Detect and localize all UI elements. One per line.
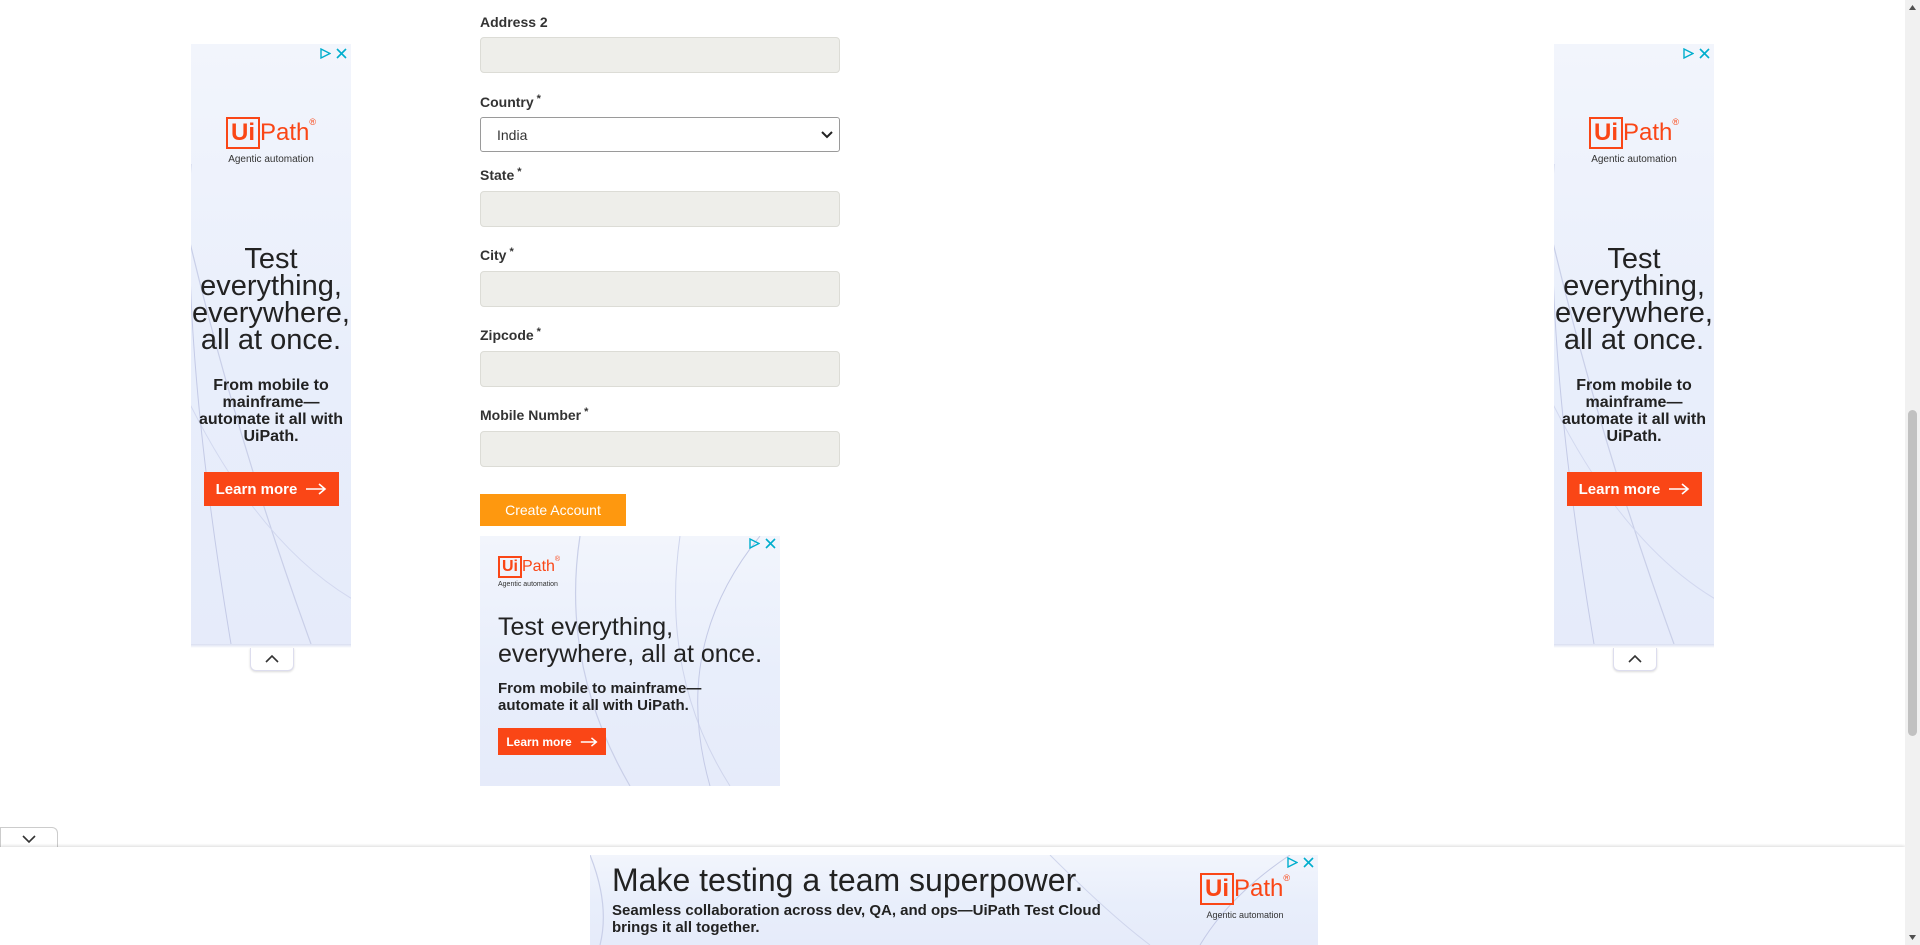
triangle-down-icon <box>1909 935 1916 940</box>
ad-subline: From mobile to mainframe— automate it al… <box>498 680 702 714</box>
logo-mark: ® <box>1672 117 1679 127</box>
ad-headline: Test everything, everywhere, all at once… <box>192 243 350 356</box>
ad-choices[interactable] <box>1683 48 1710 59</box>
logo-text: Path <box>1234 875 1284 902</box>
ad-choices-icon[interactable] <box>320 48 331 59</box>
ad-headline: Test everything, everywhere, all at once… <box>498 613 763 668</box>
ad-subline: From mobile to mainframe— automate it al… <box>198 377 343 445</box>
learn-more-label: Learn more <box>506 734 572 749</box>
ad-subline: From mobile to mainframe— automate it al… <box>1561 377 1706 445</box>
logo-mark: ® <box>309 117 316 127</box>
chevron-up-icon <box>1628 654 1642 663</box>
logo-mark: ® <box>554 556 561 563</box>
uipath-logo: Ui Path ® Agentic automation <box>1554 117 1714 165</box>
uipath-logo: Ui Path ® Agentic automation <box>1200 873 1290 920</box>
required-mark: * <box>517 166 522 178</box>
scroll-down-arrow[interactable] <box>1905 930 1920 945</box>
chevron-down-icon <box>22 835 36 844</box>
required-mark: * <box>584 406 589 418</box>
chevron-up-icon <box>265 654 279 663</box>
required-mark: * <box>536 326 541 338</box>
city-label: City * <box>480 246 514 263</box>
logo-tagline: Agentic automation <box>1206 910 1284 920</box>
logo-box: Ui <box>1588 117 1623 149</box>
ad-choices-icon[interactable] <box>749 538 760 549</box>
logo-text: Path <box>259 119 310 146</box>
uipath-logo: Ui Path ® Agentic automation <box>191 117 351 165</box>
learn-more-button[interactable]: Learn more <box>498 728 606 755</box>
state-label: State * <box>480 166 522 183</box>
logo-text: Path <box>522 558 555 575</box>
close-icon[interactable] <box>1303 857 1314 868</box>
ad-choices-icon[interactable] <box>1287 857 1298 868</box>
arrow-right-icon <box>306 483 327 495</box>
ad-choices[interactable] <box>749 538 776 549</box>
logo-tagline: Agentic automation <box>1591 154 1677 165</box>
close-icon[interactable] <box>1699 48 1710 59</box>
create-account-button[interactable]: Create Account <box>480 494 626 526</box>
ad-headline: Test everything, everywhere, all at once… <box>1555 243 1713 356</box>
learn-more-label: Learn more <box>215 480 298 498</box>
logo-tagline: Agentic automation <box>498 581 558 588</box>
close-icon[interactable] <box>765 538 776 549</box>
learn-more-button[interactable]: Learn more <box>1567 472 1702 506</box>
vertical-scrollbar[interactable] <box>1905 0 1920 945</box>
address2-input[interactable] <box>480 37 840 73</box>
triangle-up-icon <box>1909 5 1916 10</box>
zipcode-input[interactable] <box>480 351 840 387</box>
mobile-label: Mobile Number * <box>480 406 589 423</box>
ad-headline: Make testing a team superpower. <box>612 862 1084 898</box>
chevron-down-icon <box>821 131 833 139</box>
country-selected-value: India <box>497 127 528 143</box>
required-mark: * <box>536 93 541 105</box>
ad-choices[interactable] <box>1287 857 1314 868</box>
country-label: Country * <box>480 93 541 110</box>
address2-label: Address 2 <box>480 14 548 30</box>
bottom-banner-ad[interactable]: Make testing a team superpower. Seamless… <box>590 855 1318 945</box>
logo-tagline: Agentic automation <box>228 154 314 165</box>
ad-choices[interactable] <box>320 48 347 59</box>
ad-subline: Seamless collaboration across dev, QA, a… <box>612 902 1101 936</box>
inline-ad[interactable]: Ui Path ® Agentic automation Test everythi… <box>480 536 780 786</box>
close-icon[interactable] <box>336 48 347 59</box>
city-input[interactable] <box>480 271 840 307</box>
zipcode-label: Zipcode * <box>480 326 541 343</box>
left-side-ad[interactable]: Ui Path ® Agentic automation Test everythi… <box>191 44 351 644</box>
collapse-ad-button[interactable] <box>1613 648 1657 671</box>
country-select[interactable]: India <box>480 117 840 152</box>
logo-box: Ui <box>1200 873 1234 905</box>
state-input[interactable] <box>480 191 840 227</box>
learn-more-button[interactable]: Learn more <box>204 472 339 506</box>
logo-box: Ui <box>225 117 260 149</box>
logo-text: Path <box>1622 119 1673 146</box>
learn-more-label: Learn more <box>1578 480 1661 498</box>
uipath-logo: Ui Path ® Agentic automation <box>498 556 560 588</box>
ad-choices-icon[interactable] <box>1683 48 1694 59</box>
right-side-ad[interactable]: Ui Path ® Agentic automation Test everythi… <box>1554 44 1714 644</box>
scroll-thumb[interactable] <box>1908 410 1917 736</box>
arrow-right-icon <box>1669 483 1690 495</box>
collapse-ad-button[interactable] <box>250 648 294 671</box>
scroll-up-arrow[interactable] <box>1905 0 1920 15</box>
mobile-input[interactable] <box>480 431 840 467</box>
required-mark: * <box>509 246 514 258</box>
arrow-right-icon <box>580 736 598 747</box>
logo-box: Ui <box>498 556 522 578</box>
logo-mark: ® <box>1283 873 1291 883</box>
